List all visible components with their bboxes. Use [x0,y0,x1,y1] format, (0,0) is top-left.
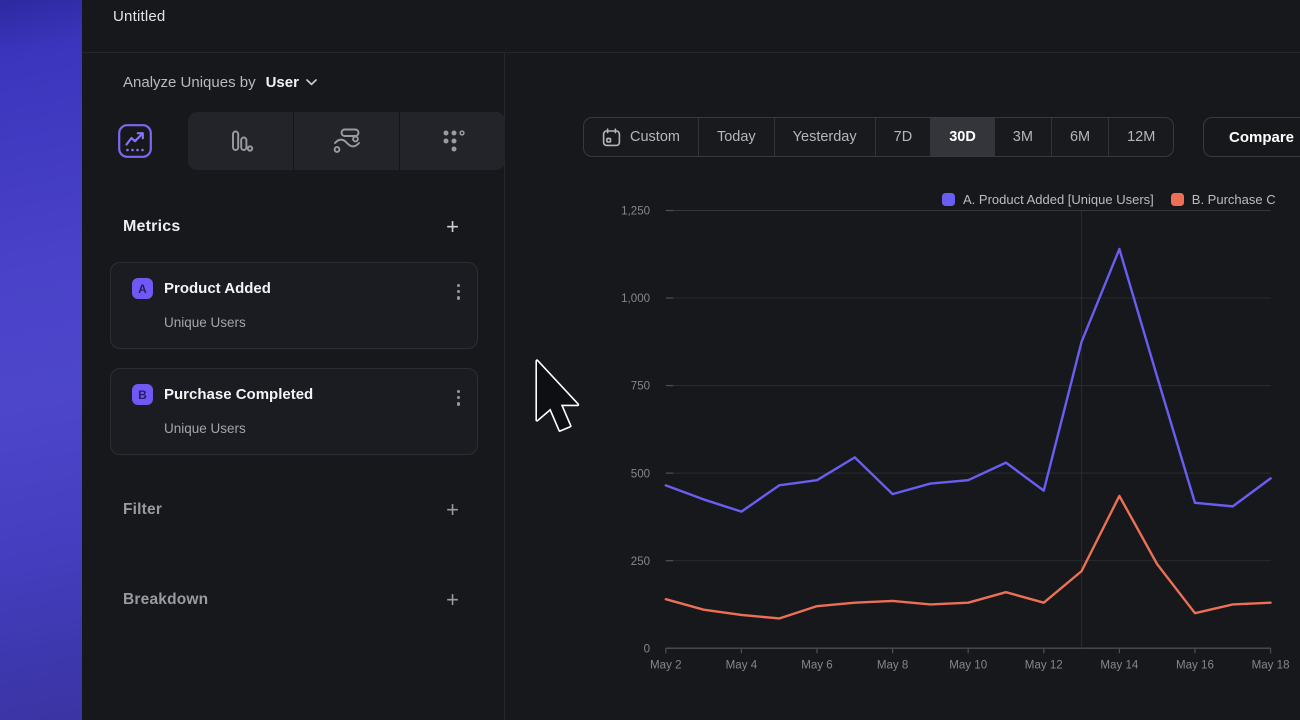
metric-badge-b: B [132,384,153,405]
bar-chart-icon [228,128,254,154]
y-axis-label: 750 [631,381,650,393]
metric-measure[interactable]: Unique Users [164,315,246,330]
x-axis-label: May 14 [1100,660,1138,672]
add-breakdown-button[interactable]: + [446,589,459,611]
x-axis-label: May 2 [650,660,682,672]
dot-grid-icon [440,128,466,154]
chevron-down-icon [306,79,317,86]
tab-chart-type-bar[interactable] [188,112,293,170]
x-axis-label: May 12 [1025,660,1063,672]
analyze-by-select[interactable]: User [266,74,317,91]
add-metric-button[interactable]: + [446,216,459,238]
query-sidebar: Analyze Uniques by User [82,53,505,720]
metric-badge-a: A [132,278,153,299]
metric-card-a[interactable]: A Product Added Unique Users [110,262,478,349]
metric-measure[interactable]: Unique Users [164,421,246,436]
y-axis-label: 1,000 [621,293,650,305]
y-axis-label: 0 [644,643,650,655]
x-axis-label: May 18 [1252,660,1290,672]
y-axis-label: 500 [631,468,650,480]
breakdown-section-header: Breakdown + [123,589,459,611]
x-axis-label: May 10 [949,660,987,672]
metric-name: Purchase Completed [164,386,313,403]
analyze-by-label: Analyze Uniques by [123,74,256,91]
series-line[interactable] [666,496,1271,619]
y-axis-label: 250 [631,556,650,568]
chart-panel: CustomTodayYesterday7D30D3M6M12M Compare… [505,53,1300,720]
kebab-menu-icon[interactable] [455,388,462,408]
page: { "window": { "title": "Untitled" }, "si… [0,0,1300,720]
metric-name: Product Added [164,280,271,297]
app-window: Untitled Analyze Uniques by User [82,0,1300,720]
filter-section-header: Filter + [123,499,459,521]
metrics-section-header: Metrics + [123,216,459,238]
x-axis-label: May 16 [1176,660,1214,672]
y-axis-label: 1,250 [621,206,650,218]
chart-svg[interactable]: 0 250 500 750 1,000 1,250 May 2 May 4 May 6 May 8… [505,53,1300,720]
tab-chart-type-grid[interactable] [399,112,505,170]
x-axis-label: May 8 [877,660,908,672]
line-chart-icon [117,123,153,159]
tab-chart-type-line[interactable] [82,112,188,170]
x-axis-label: May 4 [726,660,758,672]
breakdown-title: Breakdown [123,591,208,609]
x-axis-label: May 6 [801,660,833,672]
filter-title: Filter [123,501,162,519]
tab-chart-type-flow[interactable] [293,112,399,170]
title-bar: Untitled [82,0,1300,53]
analyze-by-row: Analyze Uniques by User [123,62,317,102]
chart-type-tabstrip [188,112,505,170]
flow-chart-icon [333,128,361,154]
series-line[interactable] [666,249,1271,512]
metric-card-b[interactable]: B Purchase Completed Unique Users [110,368,478,455]
metrics-title: Metrics [123,218,180,236]
document-title[interactable]: Untitled [113,8,165,25]
analyze-by-value: User [266,74,299,91]
kebab-menu-icon[interactable] [455,282,462,302]
background-gradient-strip [0,0,82,720]
add-filter-button[interactable]: + [446,499,459,521]
